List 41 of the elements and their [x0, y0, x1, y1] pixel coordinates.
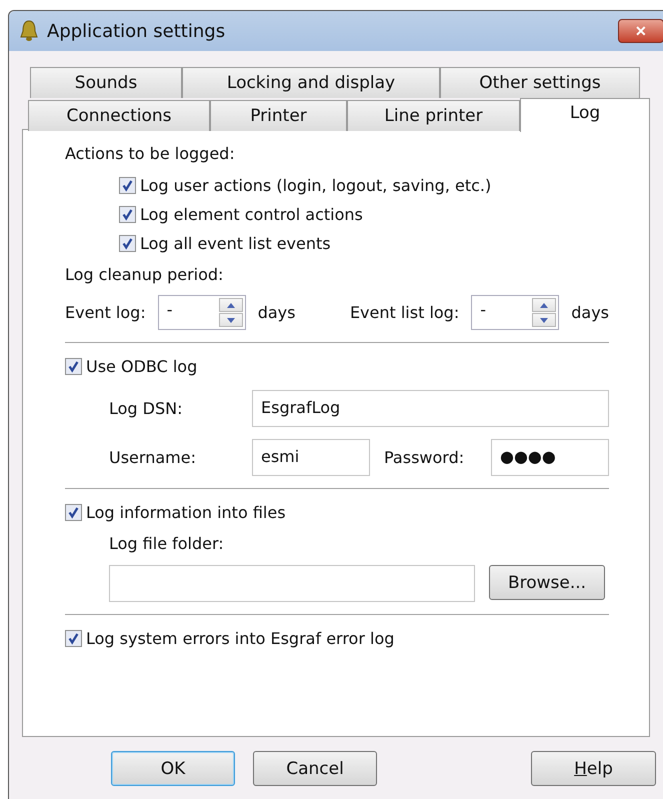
- checkbox[interactable]: [119, 177, 136, 194]
- unit-label: days: [258, 303, 296, 322]
- password-field[interactable]: ●●●●: [491, 439, 609, 476]
- checkbox[interactable]: [65, 630, 82, 647]
- tab[interactable]: Line printer: [347, 100, 520, 131]
- spinner-field[interactable]: -: [158, 295, 246, 330]
- ok-button[interactable]: OK: [111, 751, 235, 786]
- tab[interactable]: Locking and display: [182, 67, 440, 98]
- spinner-field[interactable]: -: [471, 295, 560, 330]
- checkbox-label: Use ODBC log: [86, 357, 198, 376]
- checkbox[interactable]: [65, 504, 82, 521]
- tab[interactable]: Sounds: [30, 67, 182, 98]
- section-heading: Actions to be logged:: [65, 144, 236, 165]
- help-button[interactable]: Help: [531, 751, 656, 786]
- field-label: Username:: [109, 448, 197, 467]
- field-label: Event log:: [65, 303, 146, 322]
- field-label: Log DSN:: [109, 399, 184, 418]
- browse-button[interactable]: Browse...: [489, 565, 605, 600]
- field-label: Log file folder:: [109, 534, 225, 553]
- tab[interactable]: Printer: [210, 100, 347, 131]
- checkbox-label: Log user actions (login, logout, saving, etc.): [140, 176, 492, 195]
- input-field[interactable]: [109, 565, 475, 602]
- checkbox-label: Log element control actions: [140, 205, 363, 224]
- checkbox-label: Log information into files: [86, 503, 286, 522]
- field-label: Event list log:: [350, 303, 460, 322]
- checkbox[interactable]: [119, 206, 136, 223]
- tab[interactable]: Connections: [28, 100, 210, 131]
- checkbox[interactable]: [119, 235, 136, 252]
- bell-icon: [19, 20, 39, 42]
- cancel-button[interactable]: Cancel: [253, 751, 377, 786]
- input-field[interactable]: esmi: [252, 439, 370, 476]
- checkbox[interactable]: [65, 358, 82, 375]
- window-title: Application settings: [47, 20, 226, 42]
- checkbox-label: Log system errors into Esgraf error log: [86, 629, 394, 648]
- tab[interactable]: Other settings: [440, 67, 640, 98]
- field-label: Password:: [384, 448, 464, 467]
- checkbox-label: Log all event list events: [140, 234, 331, 253]
- section-heading: Log cleanup period:: [65, 265, 224, 286]
- input-field[interactable]: EsgrafLog: [252, 390, 609, 427]
- unit-label: days: [571, 303, 609, 322]
- tab[interactable]: Log: [520, 98, 650, 132]
